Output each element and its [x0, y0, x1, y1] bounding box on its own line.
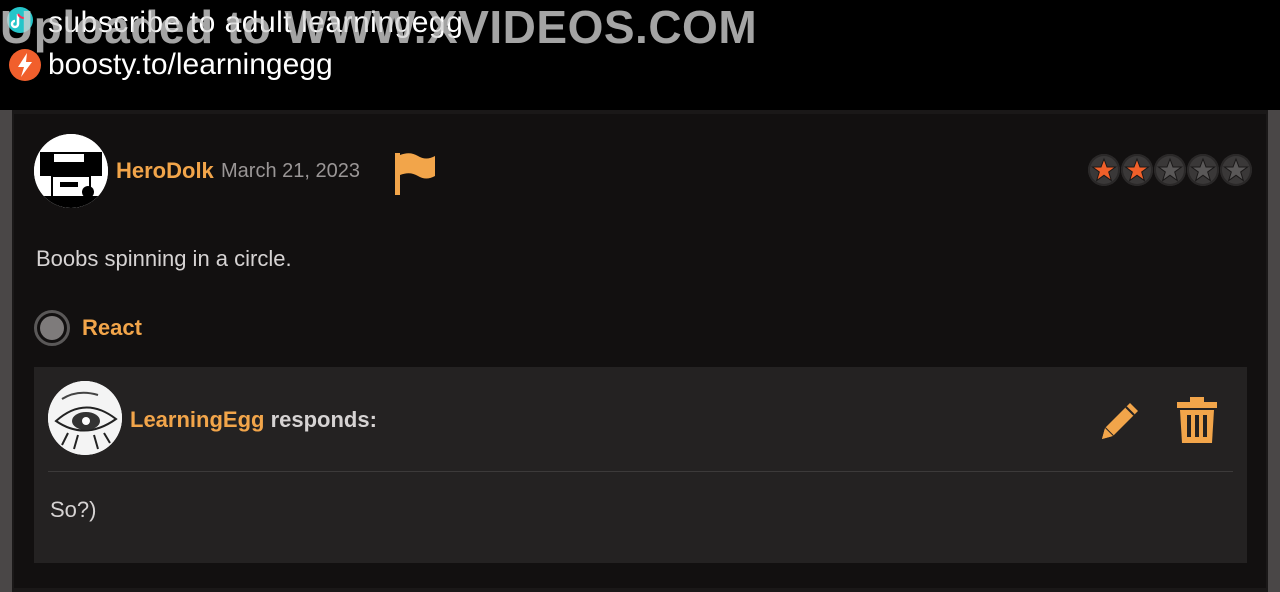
- star-rating: [1088, 154, 1252, 186]
- comment-date: March 21, 2023: [221, 160, 360, 182]
- response-suffix: responds:: [270, 407, 377, 432]
- react-label: React: [82, 315, 142, 340]
- response-avatar[interactable]: [48, 381, 122, 455]
- comment-username[interactable]: HeroDolk: [116, 158, 214, 184]
- response-divider: [48, 471, 1233, 472]
- response-text: So?): [50, 497, 97, 522]
- author-response: LearningEgg responds: So?): [34, 367, 1247, 563]
- response-username[interactable]: LearningEgg: [130, 407, 264, 432]
- video-overlay-banner: subscribe to adult learningegg Uploaded …: [0, 0, 1280, 110]
- star-icon[interactable]: [1088, 154, 1120, 186]
- edit-pencil-icon[interactable]: [1096, 397, 1144, 445]
- react-icon: [34, 310, 70, 346]
- star-icon[interactable]: [1187, 154, 1219, 186]
- react-button[interactable]: React: [34, 310, 142, 346]
- avatar-image: [34, 134, 108, 208]
- response-header: LearningEgg responds:: [130, 407, 377, 433]
- star-icon[interactable]: [1220, 154, 1252, 186]
- comment-frame: HeroDolk March 21, 2023 Boobs spinning i…: [0, 110, 1280, 592]
- star-icon[interactable]: [1121, 154, 1153, 186]
- watermark-text: Uploaded to WWW.XVIDEOS.COM: [0, 1, 758, 53]
- comment-card: HeroDolk March 21, 2023 Boobs spinning i…: [14, 114, 1266, 588]
- frame-right-border: [1268, 110, 1280, 592]
- response-avatar-image: [48, 381, 122, 455]
- comment-text: Boobs spinning in a circle.: [36, 246, 292, 271]
- avatar[interactable]: [34, 134, 108, 208]
- report-flag-icon[interactable]: [392, 150, 438, 196]
- trash-icon[interactable]: [1174, 395, 1220, 445]
- overlay-boosty-link: boosty.to/learningegg: [48, 48, 333, 81]
- frame-left-border: [0, 110, 12, 592]
- boosty-bolt-icon: [9, 49, 41, 81]
- star-icon[interactable]: [1154, 154, 1186, 186]
